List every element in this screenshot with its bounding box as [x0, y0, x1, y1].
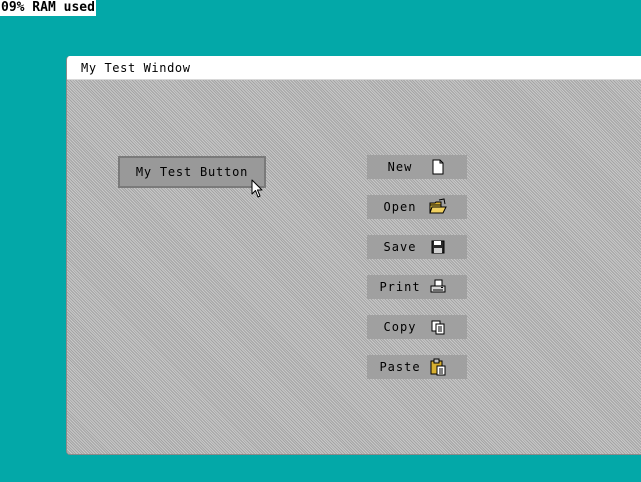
paste-clipboard-icon — [429, 358, 447, 376]
test-window[interactable]: My Test Window My Test Button New Open S… — [66, 56, 641, 455]
new-file-icon — [429, 158, 447, 176]
ram-usage-indicator: 09% RAM used — [0, 0, 96, 16]
print-button[interactable]: Print — [367, 275, 467, 299]
open-button[interactable]: Open — [367, 195, 467, 219]
window-title: My Test Window — [81, 61, 191, 75]
copy-button-label: Copy — [383, 320, 417, 334]
copy-icon — [429, 318, 447, 336]
printer-icon — [429, 278, 447, 296]
action-button-group: New Open Save Print Copy Paste — [367, 155, 467, 395]
mouse-pointer-icon — [251, 179, 263, 198]
paste-button[interactable]: Paste — [367, 355, 467, 379]
new-button-label: New — [387, 160, 413, 174]
open-button-label: Open — [383, 200, 417, 214]
save-button-label: Save — [383, 240, 417, 254]
save-button[interactable]: Save — [367, 235, 467, 259]
window-titlebar[interactable]: My Test Window — [67, 56, 641, 80]
my-test-button[interactable]: My Test Button — [118, 156, 266, 188]
save-floppy-icon — [429, 238, 447, 256]
copy-button[interactable]: Copy — [367, 315, 467, 339]
new-button[interactable]: New — [367, 155, 467, 179]
open-folder-icon — [429, 198, 447, 216]
paste-button-label: Paste — [379, 360, 421, 374]
print-button-label: Print — [379, 280, 421, 294]
